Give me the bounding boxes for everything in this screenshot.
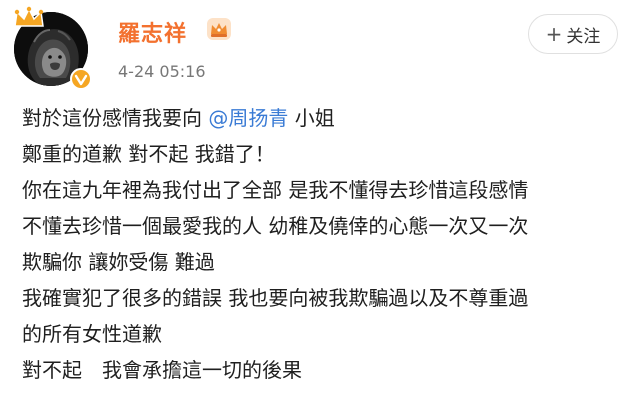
post-text-segment: 小姐 — [288, 106, 335, 130]
follow-button[interactable]: + 关注 — [528, 14, 618, 54]
follow-label: 关注 — [566, 26, 601, 47]
post-line: 欺騙你 讓妳受傷 難過 — [22, 250, 215, 274]
avatar-container[interactable] — [14, 6, 94, 92]
vip-crown-icon[interactable] — [206, 17, 232, 41]
mention-link[interactable]: @周扬青 — [208, 106, 288, 130]
post-line: 鄭重的道歉 對不起 我錯了！ — [22, 142, 275, 166]
post-line: 我確實犯了很多的錯誤 我也要向被我欺騙過以及不尊重過 — [22, 286, 529, 310]
post-timestamp[interactable]: 4-24 05:16 — [118, 62, 206, 81]
post-line: 你在這九年裡為我付出了全部 是我不懂得去珍惜這段感情 — [22, 178, 529, 202]
post-line: 對於這份感情我要向 @周扬青 小姐 — [22, 100, 622, 136]
post-body: 對於這份感情我要向 @周扬青 小姐 鄭重的道歉 對不起 我錯了！ 你在這九年裡為… — [22, 100, 622, 388]
post-text-segment: 對於這份感情我要向 — [22, 106, 209, 130]
verified-icon — [70, 68, 92, 90]
username[interactable]: 羅志祥 — [118, 16, 187, 48]
plus-icon: + — [545, 22, 563, 46]
post-line: 對不起 我會承擔這一切的後果 — [22, 358, 302, 382]
post-line: 不懂去珍惜一個最愛我的人 幼稚及僥倖的心態一次又一次 — [22, 214, 529, 238]
post-line: 的所有女性道歉 — [22, 322, 162, 346]
crown-icon — [14, 6, 44, 27]
